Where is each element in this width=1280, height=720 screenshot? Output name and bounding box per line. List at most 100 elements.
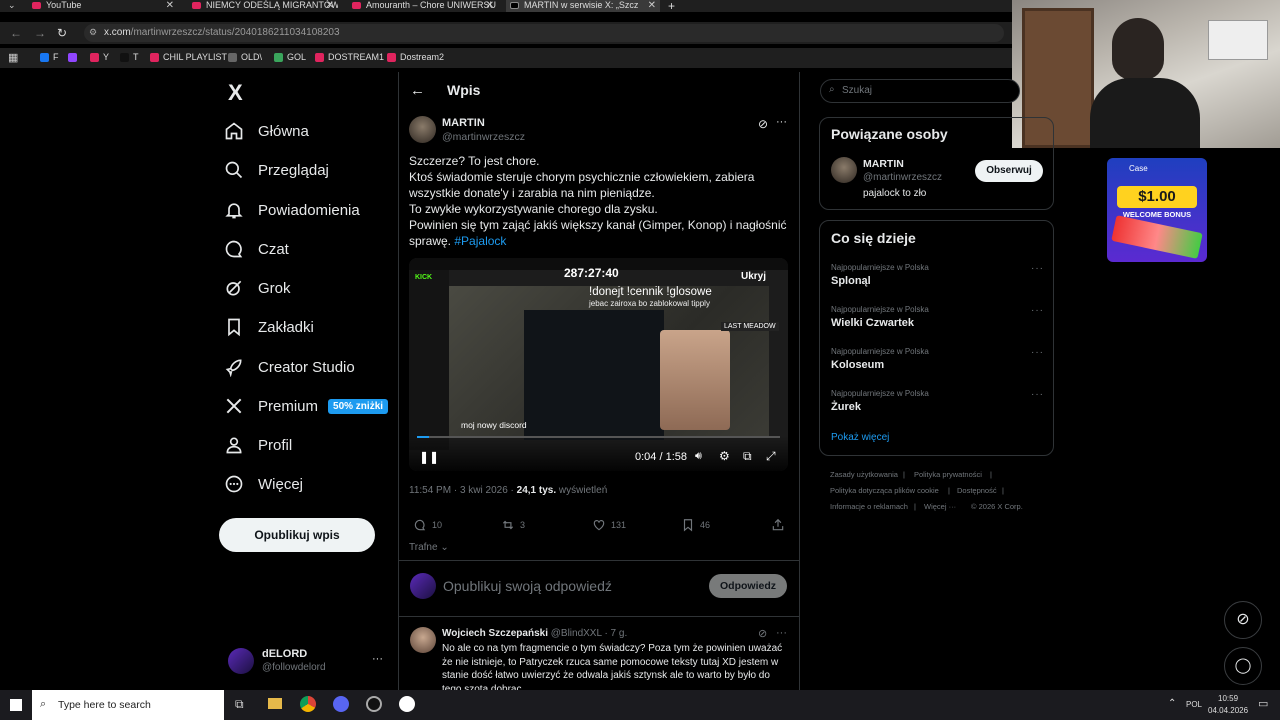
- video-progress-track[interactable]: [417, 436, 780, 438]
- tab-martin[interactable]: MARTIN w serwisie X: „Szcz ✕: [506, 0, 660, 12]
- back-icon[interactable]: ←: [10, 26, 22, 40]
- hashtag-link[interactable]: #Pajalock: [454, 234, 506, 248]
- task-view-icon[interactable]: ⧉: [235, 697, 244, 712]
- trend-name[interactable]: Wielki Czwartek: [831, 317, 914, 329]
- trend-menu-icon[interactable]: ···: [1031, 389, 1044, 400]
- author-avatar[interactable]: [409, 116, 436, 143]
- post-button[interactable]: Opublikuj wpis: [219, 518, 375, 552]
- x-logo-icon[interactable]: X: [228, 80, 243, 106]
- settings-icon[interactable]: ⚙: [719, 449, 730, 463]
- footer-link[interactable]: Polityka prywatności: [914, 470, 982, 479]
- nav-notifications[interactable]: Powiadomienia: [224, 196, 360, 224]
- volume-icon[interactable]: 🔊︎: [695, 450, 702, 463]
- tray-chevron-icon[interactable]: ⌃: [1168, 698, 1176, 709]
- comment-author[interactable]: Wojciech Szczepański: [442, 628, 548, 639]
- related-name[interactable]: MARTIN: [863, 158, 904, 170]
- bookmark-action[interactable]: 46: [681, 518, 710, 532]
- video-player[interactable]: KICK 287:27:40 !donejt !cennik !glosowe …: [409, 258, 788, 471]
- messages-float-button[interactable]: ◯: [1224, 647, 1262, 685]
- site-info-icon[interactable]: ⚙: [89, 27, 97, 38]
- footer-link[interactable]: Informacje o reklamach: [830, 502, 908, 511]
- sort-selector[interactable]: Trafne ⌄: [409, 542, 449, 553]
- bookmark-t[interactable]: T: [120, 52, 139, 62]
- author-name[interactable]: MARTIN: [442, 117, 485, 129]
- trend-name[interactable]: Koloseum: [831, 359, 884, 371]
- post-menu-icon[interactable]: ···: [776, 116, 787, 128]
- footer-link[interactable]: Polityka dotycząca plików cookie: [830, 486, 939, 495]
- pip-icon[interactable]: ⧉: [743, 449, 752, 464]
- pause-icon[interactable]: ❚❚: [419, 450, 439, 464]
- reply-submit-button[interactable]: Odpowiedz: [709, 574, 787, 598]
- chrome-icon[interactable]: [300, 696, 316, 712]
- windows-start-icon[interactable]: [10, 699, 22, 711]
- forward-icon[interactable]: →: [34, 26, 46, 40]
- bookmark-dostream1[interactable]: DOSTREAM1: [315, 52, 384, 62]
- close-tab-icon[interactable]: ✕: [648, 0, 656, 11]
- nav-more[interactable]: Więcej: [224, 470, 303, 498]
- back-arrow-icon[interactable]: ←: [410, 82, 425, 99]
- url-field[interactable]: x.com/martinwrzeszcz/status/204018621103…: [84, 24, 1004, 42]
- tab-list-icon[interactable]: ⌄: [8, 0, 16, 11]
- follow-button[interactable]: Obserwuj: [975, 160, 1043, 182]
- trend-name[interactable]: Żurek: [831, 401, 861, 413]
- tab-niemcy[interactable]: NIEMCY ODEŚLĄ MIGRANTÓW ✕: [188, 0, 338, 12]
- reload-icon[interactable]: ↻: [57, 26, 67, 40]
- trend-menu-icon[interactable]: ···: [1031, 263, 1044, 274]
- apps-grid-icon[interactable]: ▦: [8, 51, 18, 64]
- footer-link[interactable]: Więcej ···: [924, 502, 956, 511]
- comment-grok-icon[interactable]: ⊘: [758, 627, 767, 640]
- ad-banner[interactable]: Case $1.00 WELCOME BONUS: [1107, 158, 1207, 262]
- nav-chat[interactable]: Czat: [224, 235, 289, 263]
- nav-premium[interactable]: Premium 50% zniżki: [224, 392, 389, 420]
- taskbar-date[interactable]: 04.04.2026: [1208, 706, 1248, 715]
- nav-grok[interactable]: Grok: [224, 274, 291, 302]
- like-action[interactable]: 131: [592, 518, 626, 532]
- grok-float-button[interactable]: ⊘: [1224, 601, 1262, 639]
- close-tab-icon[interactable]: ✕: [486, 0, 494, 11]
- new-tab-icon[interactable]: +: [668, 0, 675, 13]
- comment-avatar[interactable]: [410, 627, 436, 653]
- account-avatar[interactable]: [228, 648, 254, 674]
- tab-youtube[interactable]: YouTube ✕: [28, 0, 178, 12]
- reply-action[interactable]: 10: [413, 518, 442, 532]
- bookmark-old[interactable]: OLD\: [228, 52, 262, 62]
- trend-menu-icon[interactable]: ···: [1031, 305, 1044, 316]
- taskbar-search[interactable]: Type here to search: [32, 690, 224, 720]
- post-timestamp[interactable]: 11:54 PM · 3 kwi 2026 ·: [409, 485, 517, 496]
- obs-icon[interactable]: [366, 696, 382, 712]
- close-tab-icon[interactable]: ✕: [166, 0, 174, 11]
- taskbar-language[interactable]: POL: [1186, 700, 1202, 709]
- nav-bookmarks[interactable]: Zakładki: [224, 313, 314, 341]
- bookmark-chil-playlist[interactable]: CHIL PLAYLIST: [150, 52, 227, 62]
- nav-explore[interactable]: Przeglądaj: [224, 156, 329, 184]
- grok-post-icon[interactable]: ⊘: [758, 117, 768, 131]
- close-tab-icon[interactable]: ✕: [326, 0, 334, 11]
- nav-profile[interactable]: Profil: [224, 431, 292, 459]
- bookmark-gol[interactable]: GOL: [274, 52, 306, 62]
- nav-home[interactable]: Główna: [224, 117, 309, 145]
- discord-icon[interactable]: [333, 696, 349, 712]
- trend-menu-icon[interactable]: ···: [1031, 347, 1044, 358]
- search-input[interactable]: Szukaj: [842, 85, 872, 96]
- bookmark-f[interactable]: F: [40, 52, 59, 62]
- comment-menu-icon[interactable]: ···: [776, 627, 787, 639]
- trend-name[interactable]: Splonąl: [831, 275, 871, 287]
- related-avatar[interactable]: [831, 157, 857, 183]
- related-handle[interactable]: @martinwrzeszcz: [863, 172, 942, 183]
- fullscreen-icon[interactable]: ⤢: [766, 449, 776, 464]
- share-action[interactable]: [771, 518, 790, 532]
- repost-action[interactable]: 3: [501, 518, 525, 532]
- show-more-link[interactable]: Pokaż więcej: [831, 432, 889, 443]
- notification-icon[interactable]: ▭: [1258, 697, 1268, 710]
- reply-input[interactable]: Opublikuj swoją odpowiedź: [443, 578, 612, 594]
- nav-creator-studio[interactable]: Creator Studio: [224, 353, 355, 381]
- footer-link[interactable]: Dostępność: [957, 486, 997, 495]
- file-explorer-icon[interactable]: [268, 698, 282, 709]
- account-menu-icon[interactable]: ···: [372, 653, 383, 665]
- author-handle[interactable]: @martinwrzeszcz: [442, 131, 525, 143]
- tab-amouranth[interactable]: Amouranth – Chore UNIWERSU ✕: [348, 0, 498, 12]
- bookmark-dostream2[interactable]: Dostream2: [387, 52, 444, 62]
- bookmark-y[interactable]: Y: [90, 52, 109, 62]
- footer-link[interactable]: Zasady użytkowania: [830, 470, 898, 479]
- app-icon[interactable]: [399, 696, 415, 712]
